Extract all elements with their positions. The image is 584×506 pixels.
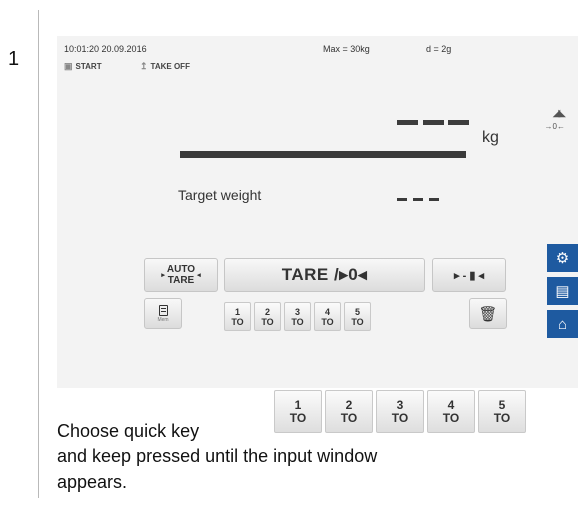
weight-progress-bar xyxy=(180,151,466,158)
device-screen: 10:01:20 20.09.2016 Max = 30kg d = 2g ▣ … xyxy=(57,36,578,388)
quick-key-5[interactable]: 5 TO xyxy=(344,302,371,331)
step-number: 1 xyxy=(8,48,20,70)
quick-key-3[interactable]: 3 TO xyxy=(284,302,311,331)
gear-icon: ⚙ xyxy=(555,250,570,267)
quick-key-number: 1 xyxy=(294,397,302,412)
quick-key-sub: TO xyxy=(289,410,307,425)
right-arrow-icon: ◂ xyxy=(197,272,201,279)
tare-zero-button[interactable]: TARE /▸0◂ xyxy=(224,258,425,292)
quick-key-3-large[interactable]: 3 TO xyxy=(376,390,424,433)
memory-icon xyxy=(158,304,168,316)
quick-key-number: 1 xyxy=(234,306,240,317)
auto-tare-line1: AUTO xyxy=(166,264,196,275)
quick-key-sub: TO xyxy=(291,316,304,327)
quick-key-sub: TO xyxy=(391,410,409,425)
tare-container-button[interactable]: ▸ - ▮ ◂ xyxy=(432,258,506,292)
take-off-label: TAKE OFF xyxy=(150,62,190,71)
quick-key-1[interactable]: 1 TO xyxy=(224,302,251,331)
max-capacity-label: Max = 30kg xyxy=(323,44,370,54)
weight-unit: kg xyxy=(482,129,499,146)
quick-key-sub: TO xyxy=(321,316,334,327)
trash-icon: 🗑 xyxy=(478,305,498,323)
quick-key-number: 4 xyxy=(324,306,330,317)
home-icon: ⌂ xyxy=(557,315,568,333)
instruction-line-2: and keep pressed until the input window xyxy=(57,446,378,466)
scale-icon: ▣ xyxy=(64,61,73,71)
quick-key-sub: TO xyxy=(340,410,358,425)
printer-icon: ▤ xyxy=(555,283,570,300)
quick-key-sub: TO xyxy=(231,316,244,327)
quick-key-number: 5 xyxy=(354,306,360,317)
quick-key-number: 3 xyxy=(294,306,300,317)
weight-dash xyxy=(423,120,444,125)
start-label: START xyxy=(75,62,102,71)
instruction-line-1: Choose quick key xyxy=(57,421,200,441)
start-button[interactable]: ▣ START xyxy=(64,61,102,72)
settings-button[interactable]: ⚙ xyxy=(547,244,578,272)
division-label: d = 2g xyxy=(426,44,452,54)
quick-key-1-large[interactable]: 1 TO xyxy=(274,390,322,433)
quick-key-number: 5 xyxy=(498,397,506,412)
quick-key-number: 3 xyxy=(396,397,404,412)
quick-key-5-large[interactable]: 5 TO xyxy=(478,390,526,433)
auto-tare-line2: TARE xyxy=(167,275,195,286)
datetime-label: 10:01:20 20.09.2016 xyxy=(64,44,147,54)
weight-dash xyxy=(448,120,469,125)
quick-key-sub: TO xyxy=(351,316,364,327)
quick-key-2-large[interactable]: 2 TO xyxy=(325,390,373,433)
target-weight-label: Target weight xyxy=(178,187,262,203)
quick-key-4[interactable]: 4 TO xyxy=(314,302,341,331)
quick-key-4-large[interactable]: 4 TO xyxy=(427,390,475,433)
quick-key-sub: TO xyxy=(261,316,274,327)
zero-indicator-icon: →0← xyxy=(544,122,565,131)
weight-dash xyxy=(397,120,418,125)
quick-key-number: 2 xyxy=(264,306,270,317)
quick-key-number: 2 xyxy=(345,397,353,412)
target-dash xyxy=(397,198,407,201)
memory-label: Mem xyxy=(157,316,169,323)
print-button[interactable]: ▤ xyxy=(547,277,578,305)
left-arrow-icon: ▸ xyxy=(161,272,165,279)
take-off-icon: ↥ xyxy=(140,61,148,71)
target-dash xyxy=(413,198,423,201)
quick-key-sub: TO xyxy=(442,410,460,425)
quick-key-number: 4 xyxy=(447,397,455,412)
memory-button[interactable]: Mem xyxy=(144,298,182,329)
quick-key-2[interactable]: 2 TO xyxy=(254,302,281,331)
instruction-line-3: appears. xyxy=(57,472,128,492)
take-off-button[interactable]: ↥ TAKE OFF xyxy=(140,61,190,72)
delete-button[interactable]: 🗑 xyxy=(469,298,507,329)
quick-key-sub: TO xyxy=(493,410,511,425)
stability-icon: ◢◣ xyxy=(552,108,566,119)
home-button[interactable]: ⌂ xyxy=(547,310,578,338)
step-divider-line xyxy=(38,10,39,498)
auto-tare-button[interactable]: ▸ AUTO TARE ◂ xyxy=(144,258,218,292)
target-dash xyxy=(429,198,439,201)
